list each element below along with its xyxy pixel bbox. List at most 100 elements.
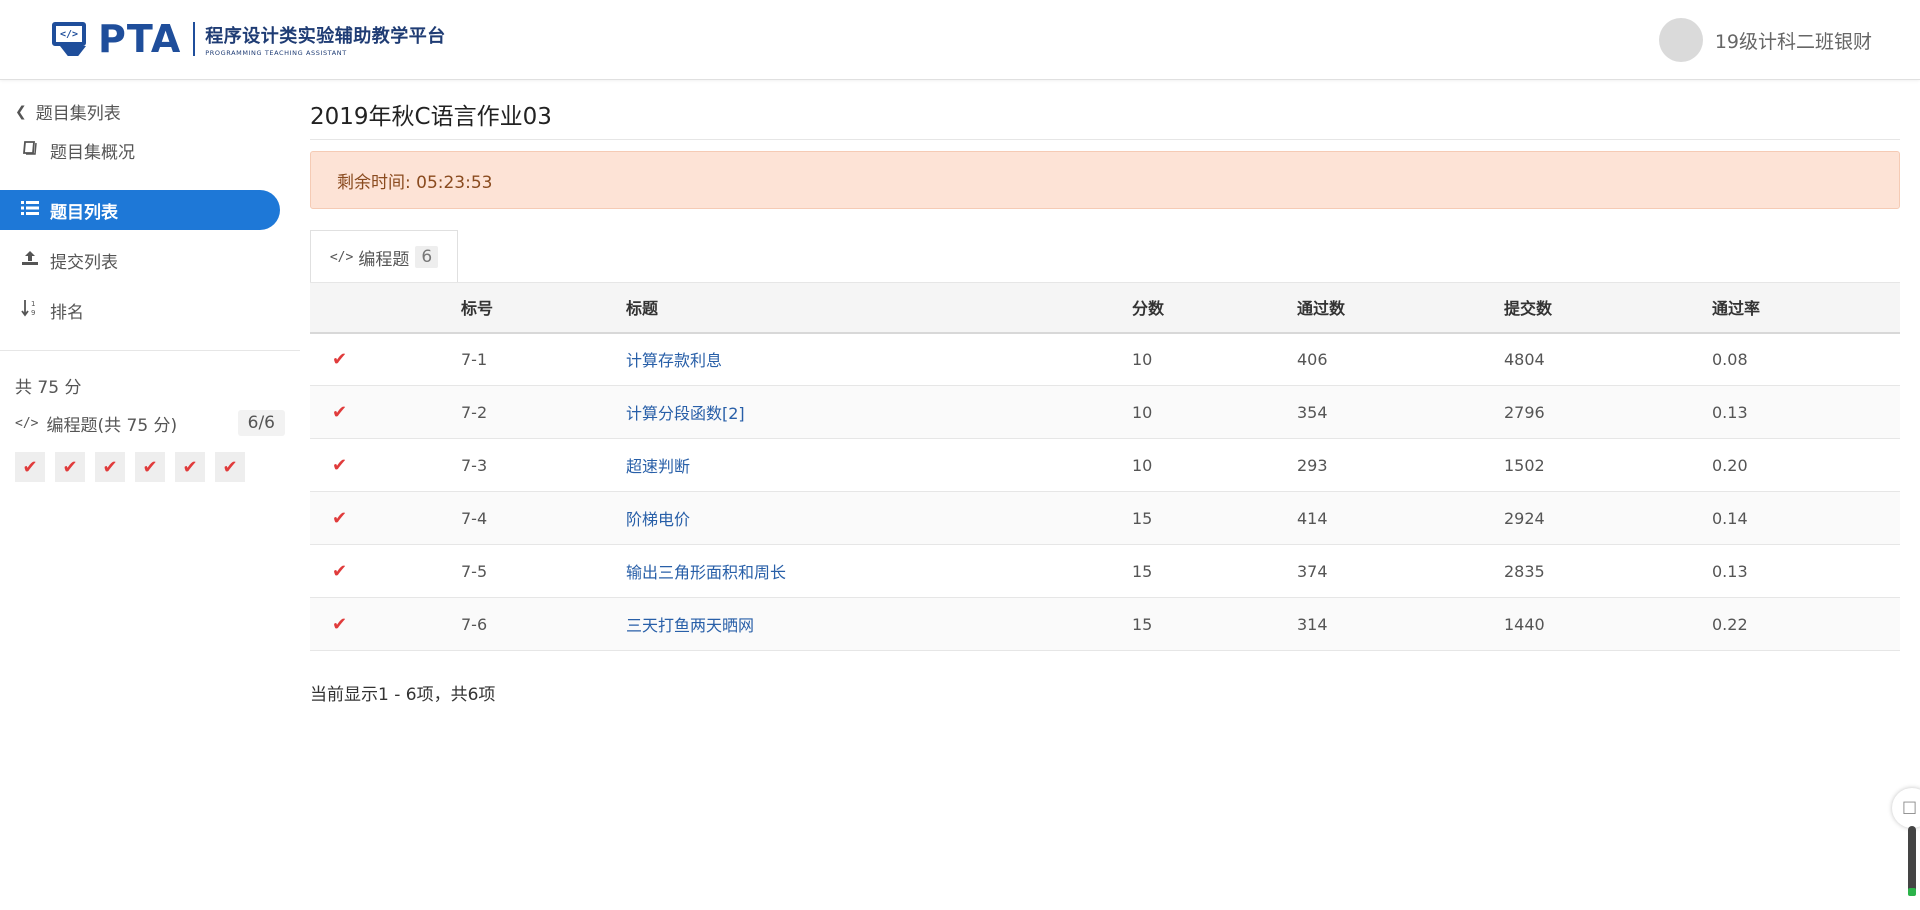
problem-title-link[interactable]: 阶梯电价 — [626, 510, 690, 529]
logo-subtitle: 程序设计类实验辅助教学平台 PROGRAMMING TEACHING ASSIS… — [205, 22, 446, 57]
problem-number: 7-6 — [461, 614, 488, 634]
pta-logo[interactable]: </> PTA 程序设计类实验辅助教学平台 PROGRAMMING TEACHI… — [50, 17, 446, 61]
problem-score: 15 — [1132, 508, 1153, 528]
feedback-icon: □ — [1902, 797, 1918, 816]
header-number: 标号 — [461, 299, 494, 319]
check-icon: ✔ — [332, 401, 348, 423]
problem-pass-rate: 0.22 — [1712, 614, 1748, 634]
problem-title-link[interactable]: 计算分段函数[2] — [626, 404, 745, 423]
avatar[interactable] — [1658, 18, 1703, 62]
logo-en: PROGRAMMING TEACHING ASSISTANT — [205, 48, 347, 57]
problem-status-cell[interactable]: ✔ — [55, 452, 85, 482]
logo-divider — [193, 22, 196, 56]
sidebar-item-ranking[interactable]: 19 排名 — [0, 290, 280, 330]
problem-passed: 354 — [1297, 402, 1328, 422]
group-progress-badge: 6/6 — [237, 410, 285, 436]
problem-title-link[interactable]: 超速判断 — [626, 457, 690, 476]
scrollbar-thumb[interactable] — [1908, 826, 1916, 896]
back-link-label: 题目集列表 — [35, 104, 121, 124]
check-icon: ✔ — [332, 560, 348, 582]
sidebar-item-label: 题目列表 — [50, 202, 118, 223]
problem-score: 15 — [1132, 561, 1153, 581]
problem-pass-rate: 0.08 — [1712, 349, 1748, 369]
logo-code-glyph: </> — [52, 22, 86, 46]
tab-label: 编程题 — [358, 249, 410, 270]
problem-status-cell[interactable]: ✔ — [15, 452, 45, 482]
problem-status-cell[interactable]: ✔ — [135, 452, 165, 482]
svg-text:1: 1 — [31, 300, 35, 308]
code-icon: </> — [329, 249, 354, 265]
check-icon: ✔ — [332, 454, 348, 476]
svg-text:9: 9 — [31, 309, 35, 317]
top-header: </> PTA 程序设计类实验辅助教学平台 PROGRAMMING TEACHI… — [0, 0, 1920, 80]
check-icon: ✔ — [332, 507, 348, 529]
problem-passed: 414 — [1297, 508, 1328, 528]
header-passed: 通过数 — [1297, 299, 1346, 319]
sidebar-item-problem-list[interactable]: 题目列表 — [0, 190, 280, 230]
sidebar: ❮ 题目集列表 题目集概况 题目列表 提交列表 19 排名 共 75 分 </>… — [0, 80, 300, 910]
problem-status-cell[interactable]: ✔ — [175, 452, 205, 482]
upload-icon — [20, 250, 40, 270]
sidebar-item-submissions[interactable]: 提交列表 — [0, 240, 280, 280]
problem-submitted: 2796 — [1504, 402, 1545, 422]
tab-programming[interactable]: </> 编程题 6 — [310, 230, 458, 283]
sidebar-divider — [0, 350, 300, 351]
table-row: ✔ 7-2 计算分段函数[2] 10 354 2796 0.13 — [310, 385, 1900, 439]
scrollbar-indicator — [1908, 888, 1916, 896]
table-header-row: 标号 标题 分数 通过数 提交数 通过率 — [310, 282, 1900, 333]
problem-number: 7-3 — [461, 455, 488, 475]
tab-count-badge: 6 — [415, 246, 439, 268]
problem-group-programming[interactable]: </> 编程题(共 75 分) 6/6 — [15, 408, 285, 438]
problem-pass-rate: 0.14 — [1712, 508, 1748, 528]
problem-passed: 374 — [1297, 561, 1328, 581]
problem-number: 7-5 — [461, 561, 488, 581]
page-title: 2019年秋C语言作业03 — [310, 104, 552, 130]
problem-number: 7-2 — [461, 402, 488, 422]
username[interactable]: 19级计科二班银财 — [1715, 27, 1872, 54]
feedback-button[interactable]: □ — [1892, 788, 1920, 828]
problem-title-link[interactable]: 输出三角形面积和周长 — [626, 563, 786, 582]
sort-numeric-icon: 19 — [20, 299, 40, 321]
header-score: 分数 — [1132, 299, 1165, 319]
table-row: ✔ 7-5 输出三角形面积和周长 15 374 2835 0.13 — [310, 545, 1900, 598]
check-icon: ✔ — [332, 348, 348, 370]
problem-submitted: 1502 — [1504, 455, 1545, 475]
logo-cn: 程序设计类实验辅助教学平台 — [205, 25, 446, 47]
header-submitted: 提交数 — [1504, 299, 1553, 319]
sidebar-item-label: 题目集概况 — [50, 142, 135, 163]
problem-pass-rate: 0.20 — [1712, 455, 1748, 475]
check-icon: ✔ — [332, 613, 348, 635]
remaining-time-banner: 剩余时间: 05:23:53 — [310, 151, 1900, 209]
problem-submitted: 2924 — [1504, 508, 1545, 528]
book-icon — [20, 140, 40, 160]
check-icon: ✔ — [62, 456, 78, 478]
problem-score: 10 — [1132, 455, 1153, 475]
problem-score: 10 — [1132, 349, 1153, 369]
problem-pass-rate: 0.13 — [1712, 561, 1748, 581]
problem-passed: 314 — [1297, 614, 1328, 634]
check-icon: ✔ — [142, 456, 158, 478]
sidebar-item-overview[interactable]: 题目集概况 — [0, 130, 280, 170]
problem-submitted: 2835 — [1504, 561, 1545, 581]
problem-status-cell[interactable]: ✔ — [95, 452, 125, 482]
problem-number: 7-4 — [461, 508, 488, 528]
sidebar-item-label: 提交列表 — [50, 252, 118, 273]
problem-title-link[interactable]: 计算存款利息 — [626, 351, 722, 370]
header-title: 标题 — [626, 299, 659, 319]
problem-score: 10 — [1132, 402, 1153, 422]
monitor-code-icon: </> — [50, 20, 92, 58]
check-icon: ✔ — [22, 456, 38, 478]
group-label: 编程题(共 75 分) — [46, 415, 178, 436]
back-to-problem-sets-link[interactable]: ❮ 题目集列表 — [15, 99, 121, 125]
check-icon: ✔ — [222, 456, 238, 478]
title-divider — [310, 139, 1900, 140]
table-row: ✔ 7-6 三天打鱼两天晒网 15 314 1440 0.22 — [310, 597, 1900, 651]
table-row: ✔ 7-3 超速判断 10 293 1502 0.20 — [310, 439, 1900, 492]
user-menu[interactable]: 19级计科二班银财 — [1658, 18, 1872, 62]
problem-status-grid: ✔ ✔ ✔ ✔ ✔ ✔ — [15, 452, 255, 482]
check-icon: ✔ — [182, 456, 198, 478]
table-row: ✔ 7-1 计算存款利息 10 406 4804 0.08 — [310, 333, 1900, 386]
table-row: ✔ 7-4 阶梯电价 15 414 2924 0.14 — [310, 491, 1900, 545]
problem-status-cell[interactable]: ✔ — [215, 452, 245, 482]
problem-title-link[interactable]: 三天打鱼两天晒网 — [626, 616, 754, 635]
